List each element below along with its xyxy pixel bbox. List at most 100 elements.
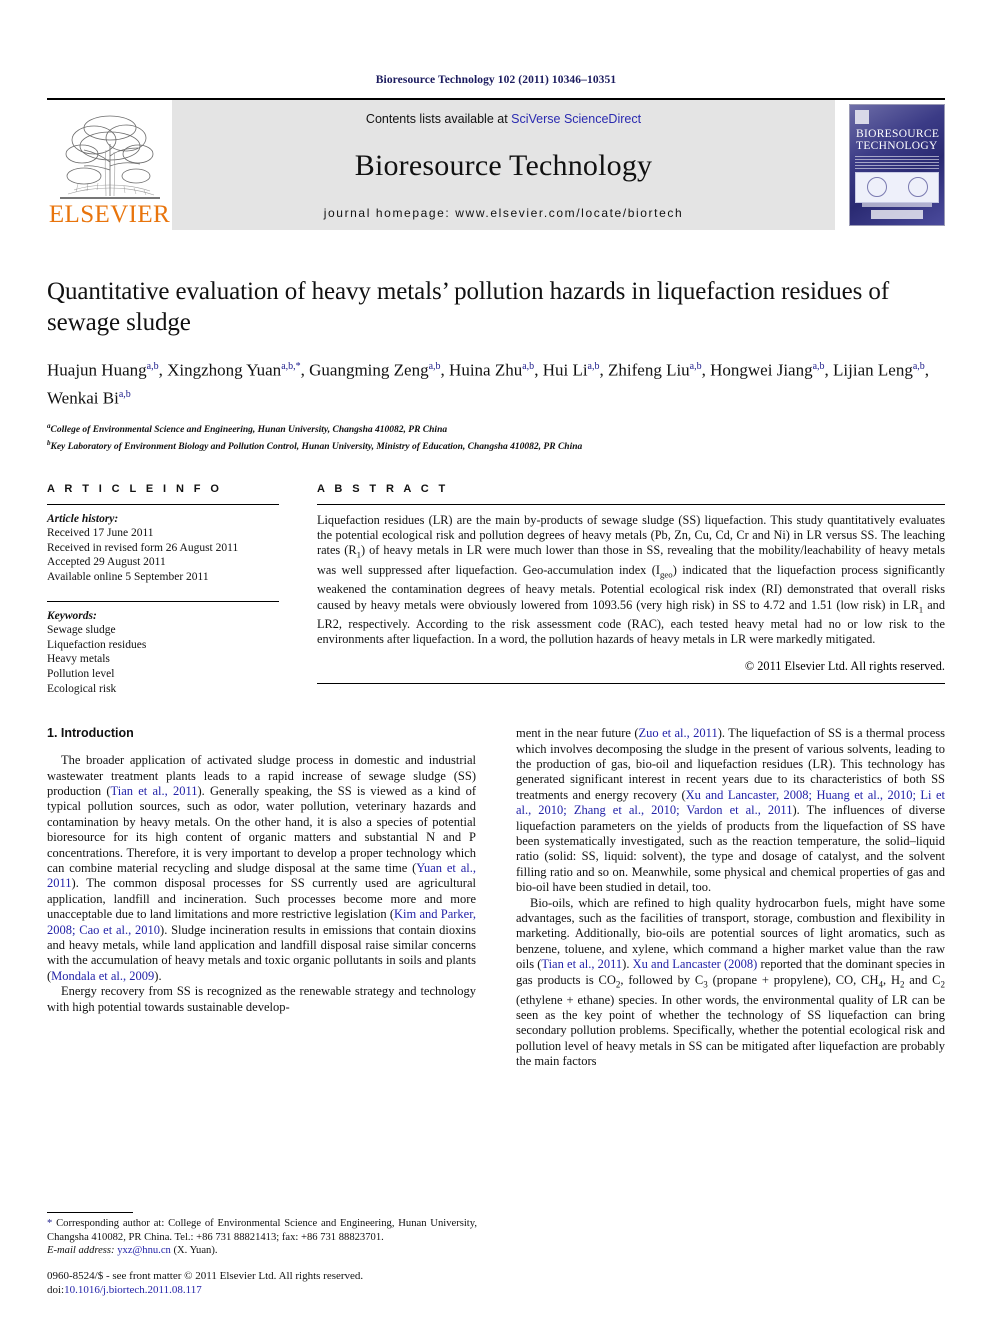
author-affiliation-marker: a,b bbox=[812, 361, 825, 372]
keywords-list: Sewage sludge Liquefaction residues Heavy … bbox=[47, 623, 279, 696]
author-affiliation-marker: a,b, bbox=[281, 361, 296, 372]
doi-label: doi: bbox=[47, 1283, 65, 1296]
paragraph-left-2: Energy recovery from SS is recognized as… bbox=[47, 984, 476, 1015]
cover-title-line2: TECHNOLOGY bbox=[856, 139, 938, 152]
citation-link[interactable]: Zuo et al., 2011 bbox=[639, 726, 718, 740]
affiliation-item: bKey Laboratory of Environment Biology a… bbox=[47, 437, 945, 454]
cover-publisher-logo-icon bbox=[871, 210, 923, 219]
article-info-column: A R T I C L E I N F O Article history: R… bbox=[47, 483, 279, 697]
abstract-paragraph: Liquefaction residues (LR) are the main … bbox=[317, 512, 945, 647]
article-info-heading: A R T I C L E I N F O bbox=[47, 482, 223, 495]
body-column-right: ment in the near future (Zuo et al., 201… bbox=[516, 726, 945, 1069]
journal-cover-thumbnail[interactable]: BIORESOURCE TECHNOLOGY bbox=[849, 104, 945, 226]
doi-line: doi:10.1016/j.biortech.2011.08.117 bbox=[47, 1284, 477, 1298]
author-list: Huajun Huanga,b, Xingzhong Yuana,b,*, Gu… bbox=[47, 360, 930, 408]
author-affiliation-marker: a,b bbox=[146, 361, 159, 372]
cover-subtitle-lines bbox=[855, 155, 939, 169]
affiliation-item: aCollege of Environmental Science and En… bbox=[47, 420, 945, 437]
citation-link[interactable]: Mondala et al., 2009 bbox=[51, 969, 154, 983]
footnote-star-marker: * bbox=[47, 1218, 53, 1230]
cover-footer-lines bbox=[862, 203, 932, 208]
article-history-item: Received 17 June 2011 bbox=[47, 527, 154, 540]
author-name[interactable]: Zhifeng Liu bbox=[608, 361, 690, 380]
article-info-body: Article history: Received 17 June 2011 Re… bbox=[47, 505, 279, 585]
author-name[interactable]: Lijian Leng bbox=[833, 361, 913, 380]
author-name[interactable]: Huajun Huang bbox=[47, 361, 147, 380]
citation-link[interactable]: Tian et al., 2011 bbox=[111, 784, 198, 798]
author-name[interactable]: Huina Zhu bbox=[449, 361, 522, 380]
author-name[interactable]: Hui Li bbox=[543, 361, 588, 380]
corresponding-author-marker: * bbox=[295, 361, 301, 372]
section-heading-introduction: 1. Introduction bbox=[47, 726, 134, 741]
sciencedirect-link[interactable]: SciVerse ScienceDirect bbox=[511, 112, 641, 126]
corresponding-author-text: Corresponding author at: College of Envi… bbox=[47, 1218, 477, 1243]
title-block: Quantitative evaluation of heavy metals’… bbox=[47, 276, 945, 455]
cover-title-line1: BIORESOURCE bbox=[856, 127, 940, 140]
citation-link[interactable]: Tian et al., 2011 bbox=[541, 957, 622, 971]
doi-link[interactable]: 10.1016/j.biortech.2011.08.117 bbox=[64, 1284, 202, 1296]
body-column-left: 1. Introduction The broader application … bbox=[47, 726, 476, 1069]
keyword-item[interactable]: Liquefaction residues bbox=[47, 638, 279, 653]
affiliation-text: College of Environmental Science and Eng… bbox=[50, 425, 448, 436]
citation-link[interactable]: Xu and Lancaster (2008) bbox=[633, 957, 758, 971]
journal-band: Contents lists available at SciVerse Sci… bbox=[172, 100, 835, 230]
text-run: Energy recovery from SS is recognized as… bbox=[47, 984, 476, 1014]
elsevier-logo: ELSEVIER bbox=[47, 100, 172, 230]
email-owner: (X. Yuan). bbox=[173, 1244, 218, 1256]
author-affiliation-marker: a,b bbox=[587, 361, 600, 372]
text-run: ). bbox=[622, 957, 633, 972]
footnote-rule bbox=[47, 1212, 133, 1214]
keyword-item[interactable]: Ecological risk bbox=[47, 682, 279, 697]
journal-name: Bioresource Technology bbox=[354, 149, 653, 182]
author-name[interactable]: Hongwei Jiang bbox=[710, 361, 812, 380]
elsevier-wordmark: ELSEVIER bbox=[48, 201, 171, 228]
author-name[interactable]: Guangming Zeng bbox=[309, 361, 428, 380]
text-run: ). bbox=[154, 968, 162, 983]
author-name[interactable]: Xingzhong Yuan bbox=[167, 361, 281, 380]
issn-line: 0960-8524/$ - see front matter © 2011 El… bbox=[47, 1270, 364, 1282]
keyword-item[interactable]: Sewage sludge bbox=[47, 623, 279, 638]
contents-available-line: Contents lists available at SciVerse Sci… bbox=[366, 112, 641, 126]
paragraph-right-1: ment in the near future (Zuo et al., 201… bbox=[516, 726, 945, 895]
email-link[interactable]: yxz@hnu.cn bbox=[117, 1245, 171, 1256]
author-affiliation-marker: a,b bbox=[912, 361, 925, 372]
journal-masthead: ELSEVIER Contents lists available at Sci… bbox=[47, 98, 945, 230]
article-history-item: Available online 5 September 2011 bbox=[47, 571, 209, 583]
keywords-body: Keywords: Sewage sludge Liquefaction resi… bbox=[47, 602, 279, 697]
issn-copyright-block: 0960-8524/$ - see front matter © 2011 El… bbox=[47, 1270, 477, 1297]
abstract-heading: A B S T R A C T bbox=[317, 482, 449, 495]
body-columns: 1. Introduction The broader application … bbox=[47, 726, 945, 1069]
affiliation-text: Key Laboratory of Environment Biology an… bbox=[50, 442, 583, 453]
abstract-bottom-rule bbox=[317, 682, 945, 684]
contents-prefix: Contents lists available at bbox=[365, 112, 512, 126]
email-label: E-mail address: bbox=[47, 1244, 115, 1256]
article-page: Bioresource Technology 102 (2011) 10346–… bbox=[0, 0, 992, 1323]
article-history-item: Accepted 29 August 2011 bbox=[47, 556, 166, 569]
journal-homepage-link[interactable]: journal homepage: www.elsevier.com/locat… bbox=[324, 206, 683, 220]
footnote-region: * Corresponding author at: College of En… bbox=[47, 1212, 477, 1297]
abstract-text: Liquefaction residues (LR) are the main … bbox=[317, 505, 945, 648]
cover-elsevier-mark-icon bbox=[855, 110, 869, 124]
article-history-list: Received 17 June 2011 Received in revised… bbox=[47, 526, 279, 584]
affiliation-list: aCollege of Environmental Science and En… bbox=[47, 420, 945, 454]
article-history-label: Article history: bbox=[47, 512, 119, 525]
author-affiliation-marker: a,b bbox=[689, 361, 702, 372]
keyword-item[interactable]: Heavy metals bbox=[47, 652, 279, 667]
author-affiliation-marker: a,b bbox=[522, 361, 535, 372]
keyword-item[interactable]: Pollution level bbox=[47, 667, 279, 682]
copyright-line: © 2011 Elsevier Ltd. All rights reserved… bbox=[744, 658, 945, 673]
info-abstract-region: A R T I C L E I N F O Article history: R… bbox=[47, 483, 945, 697]
paragraph-right-2: Bio-oils, which are refined to high qual… bbox=[516, 896, 945, 1070]
corresponding-author-note: * Corresponding author at: College of En… bbox=[47, 1217, 477, 1243]
running-head: Bioresource Technology 102 (2011) 10346–… bbox=[375, 74, 617, 86]
page-title: Quantitative evaluation of heavy metals’… bbox=[47, 278, 890, 336]
email-note: E-mail address: yxz@hnu.cn (X. Yuan). bbox=[47, 1244, 477, 1257]
text-run: ment in the near future ( bbox=[516, 726, 639, 741]
elsevier-tree-icon bbox=[54, 110, 166, 202]
cover-figure-icon bbox=[855, 171, 939, 204]
keywords-label: Keywords: bbox=[47, 609, 97, 622]
paragraph-left-1: The broader application of activated slu… bbox=[47, 753, 476, 984]
author-name[interactable]: Wenkai Bi bbox=[47, 388, 119, 407]
abstract-column: A B S T R A C T Liquefaction residues (L… bbox=[317, 483, 945, 697]
author-affiliation-marker: a,b bbox=[428, 361, 441, 372]
